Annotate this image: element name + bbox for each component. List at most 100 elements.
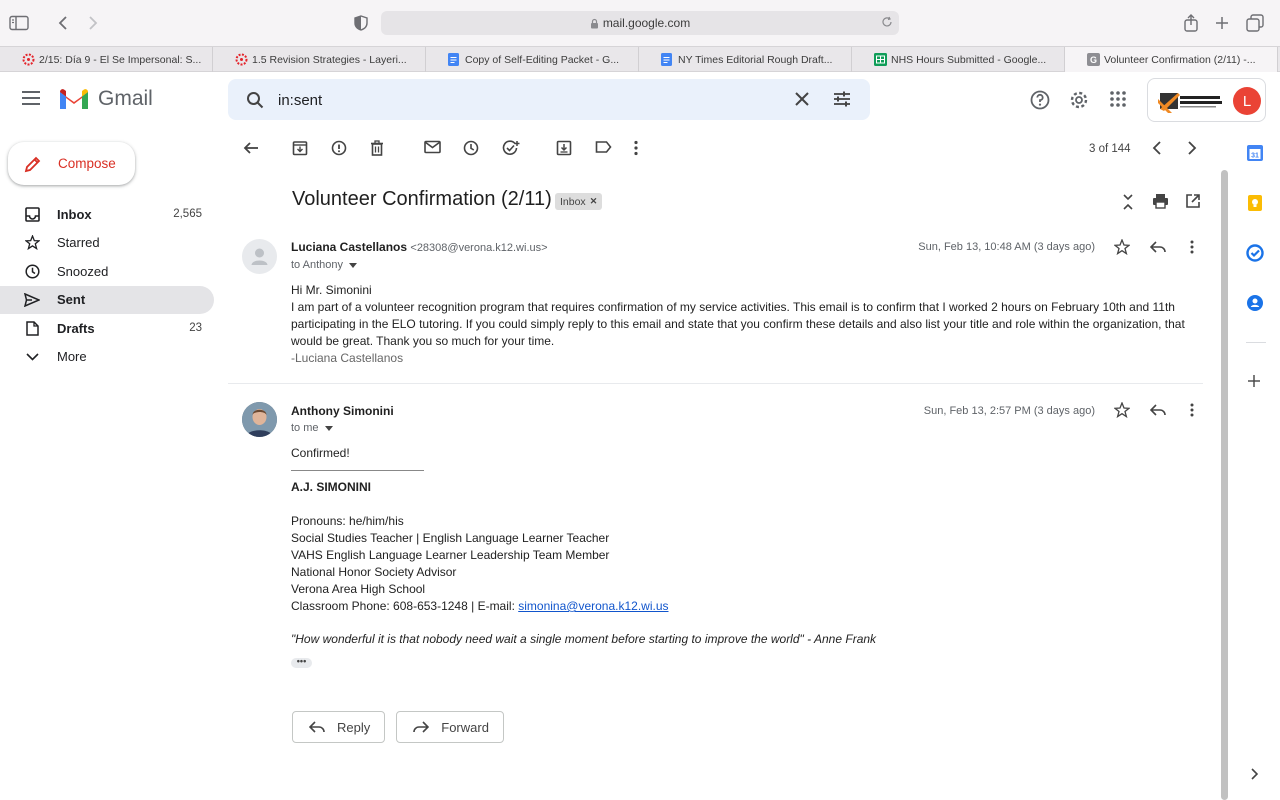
sidebar-item-label: Sent bbox=[57, 292, 86, 308]
clear-search-icon[interactable] bbox=[794, 91, 810, 107]
tasks-icon[interactable] bbox=[1246, 244, 1266, 264]
help-icon[interactable] bbox=[1030, 90, 1050, 110]
calendar-icon[interactable]: 31 bbox=[1246, 144, 1266, 164]
sender-name[interactable]: Luciana Castellanos bbox=[291, 240, 407, 254]
message-divider bbox=[228, 383, 1203, 384]
search-input[interactable] bbox=[278, 89, 758, 111]
remove-label-icon[interactable]: ✕ bbox=[590, 196, 598, 207]
side-panel-rail: 31 bbox=[1232, 128, 1280, 800]
contacts-icon[interactable] bbox=[1246, 294, 1266, 314]
scroll-thumb[interactable] bbox=[1221, 170, 1228, 800]
reply-icon[interactable] bbox=[1150, 404, 1166, 416]
main-menu-icon[interactable] bbox=[22, 91, 40, 105]
keep-icon[interactable] bbox=[1246, 194, 1266, 214]
signature-line: Pronouns: he/him/his bbox=[291, 514, 404, 528]
star-icon bbox=[24, 235, 40, 251]
browser-tab[interactable]: NY Times Editorial Rough Draft... bbox=[639, 47, 852, 72]
expand-collapse-all-icon[interactable] bbox=[1122, 193, 1134, 211]
gmail-g-icon: G bbox=[1087, 53, 1100, 66]
lock-icon bbox=[590, 18, 599, 29]
back-arrow-icon[interactable] bbox=[243, 140, 259, 156]
forward-button[interactable]: Forward bbox=[396, 711, 504, 743]
sidebar-toggle-icon[interactable] bbox=[8, 12, 30, 34]
snooze-clock-icon[interactable] bbox=[463, 140, 479, 156]
account-avatar: L bbox=[1233, 87, 1261, 115]
star-icon[interactable] bbox=[1114, 402, 1130, 418]
forward-nav-icon[interactable] bbox=[82, 12, 104, 34]
open-new-window-icon[interactable] bbox=[1185, 193, 1201, 209]
move-to-icon[interactable] bbox=[556, 140, 572, 156]
recipient-details[interactable]: to me bbox=[291, 422, 333, 434]
search-icon[interactable] bbox=[246, 91, 264, 109]
reply-button[interactable]: Reply bbox=[292, 711, 386, 743]
reload-icon[interactable] bbox=[881, 16, 893, 28]
share-icon[interactable] bbox=[1180, 12, 1202, 34]
settings-gear-icon[interactable] bbox=[1069, 90, 1089, 110]
message-body: Confirmed! A.J. SIMONINI Pronouns: he/hi… bbox=[291, 445, 1206, 669]
new-tab-icon[interactable] bbox=[1211, 12, 1233, 34]
sidebar-item-more[interactable]: More bbox=[0, 343, 214, 372]
tab-title: NY Times Editorial Rough Draft... bbox=[678, 53, 833, 66]
back-nav-icon[interactable] bbox=[52, 12, 74, 34]
sidebar-item-snoozed[interactable]: Snoozed bbox=[0, 257, 214, 286]
archive-icon[interactable] bbox=[292, 140, 308, 156]
account-switcher[interactable]: L bbox=[1147, 78, 1266, 122]
tab-overview-icon[interactable] bbox=[1244, 12, 1266, 34]
sidebar-item-label: Inbox bbox=[57, 206, 92, 222]
older-chevron-right-icon[interactable] bbox=[1187, 140, 1197, 156]
sender-email: <28308@verona.k12.wi.us> bbox=[410, 242, 548, 254]
unread-count: 2,565 bbox=[173, 208, 202, 221]
sidebar-item-drafts[interactable]: Drafts 23 bbox=[0, 314, 214, 343]
scrollbar[interactable] bbox=[1219, 170, 1230, 800]
message-more-icon[interactable] bbox=[1190, 403, 1194, 417]
add-to-tasks-icon[interactable] bbox=[502, 140, 520, 156]
sidebar-item-starred[interactable]: Starred bbox=[0, 229, 214, 258]
forward-label: Forward bbox=[441, 719, 489, 735]
sidebar-item-label: Drafts bbox=[57, 320, 95, 336]
message-more-icon[interactable] bbox=[1190, 240, 1194, 254]
print-icon[interactable] bbox=[1152, 193, 1169, 209]
draft-icon bbox=[24, 320, 40, 336]
label-tag-icon[interactable] bbox=[595, 140, 612, 154]
google-sheets-icon bbox=[874, 53, 887, 66]
body-paragraph: Confirmed! bbox=[291, 446, 350, 460]
sidebar-item-inbox[interactable]: Inbox 2,565 bbox=[0, 200, 214, 229]
recipient-details[interactable]: to Anthony bbox=[291, 259, 357, 271]
gmail-logo[interactable]: Gmail bbox=[58, 87, 153, 111]
inbox-icon bbox=[24, 206, 40, 222]
show-trimmed-content-button[interactable]: ••• bbox=[291, 657, 312, 668]
sidebar-item-sent[interactable]: Sent bbox=[0, 285, 214, 314]
sender-name[interactable]: Anthony Simonini bbox=[291, 404, 394, 418]
browser-tab[interactable]: 2/15: Día 9 - El Se Impersonal: S... bbox=[0, 47, 213, 72]
privacy-shield-icon[interactable] bbox=[350, 12, 372, 34]
message-body: Hi Mr. Simonini I am part of a volunteer… bbox=[291, 282, 1203, 367]
mark-unread-icon[interactable] bbox=[424, 140, 441, 154]
reply-icon bbox=[309, 721, 325, 733]
browser-tab[interactable]: Copy of Self-Editing Packet - G... bbox=[426, 47, 639, 72]
google-docs-icon bbox=[448, 53, 461, 66]
delete-trash-icon[interactable] bbox=[370, 140, 384, 156]
canvas-icon bbox=[22, 53, 35, 66]
browser-tab[interactable]: 1.5 Revision Strategies - Layeri... bbox=[213, 47, 426, 72]
caret-down-icon bbox=[349, 262, 357, 268]
gmail-header: Gmail L bbox=[0, 72, 1280, 128]
show-side-panel-chevron-icon[interactable] bbox=[1250, 768, 1270, 788]
newer-chevron-left-icon[interactable] bbox=[1152, 140, 1162, 156]
caret-down-icon bbox=[324, 425, 333, 431]
compose-label: Compose bbox=[58, 156, 116, 171]
apps-grid-icon[interactable] bbox=[1109, 90, 1127, 108]
draft-count: 23 bbox=[189, 322, 202, 335]
phone-line: Classroom Phone: 608-653-1248 | E-mail: bbox=[291, 599, 519, 613]
email-link[interactable]: simonina@verona.k12.wi.us bbox=[518, 599, 668, 613]
compose-button[interactable]: Compose bbox=[8, 142, 135, 185]
browser-tab-active[interactable]: G Volunteer Confirmation (2/11) -... bbox=[1065, 47, 1278, 72]
star-icon[interactable] bbox=[1114, 239, 1130, 255]
report-spam-icon[interactable] bbox=[331, 140, 347, 156]
more-options-icon[interactable] bbox=[634, 140, 638, 156]
reply-icon[interactable] bbox=[1150, 241, 1166, 253]
add-addon-plus-icon[interactable] bbox=[1246, 373, 1266, 393]
rail-divider bbox=[1246, 342, 1266, 343]
address-bar[interactable]: mail.google.com bbox=[381, 11, 899, 35]
browser-tab[interactable]: NHS Hours Submitted - Google... bbox=[852, 47, 1065, 72]
search-options-icon[interactable] bbox=[833, 91, 851, 107]
